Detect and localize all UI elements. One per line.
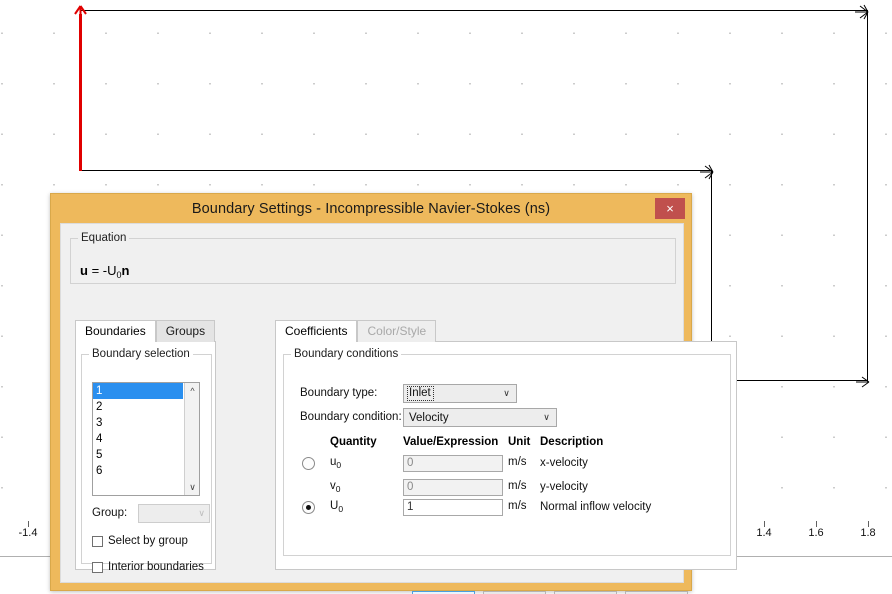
column-header-unit: Unit: [508, 436, 531, 448]
checkbox-icon: [92, 561, 103, 573]
select-by-group-checkbox[interactable]: Select by group: [92, 535, 188, 547]
selected-boundary-arrowhead: [74, 5, 87, 20]
arrowhead-bottom-right: [856, 376, 870, 388]
quantity-U0: U0: [330, 500, 344, 514]
chevron-down-icon: ∨: [198, 508, 205, 518]
group-row: Group: ∨: [92, 504, 210, 523]
boundary-list-scrollbar[interactable]: ^ ∨: [184, 383, 199, 495]
value-input-v0[interactable]: 0: [403, 479, 503, 496]
column-header-quantity: Quantity: [330, 436, 377, 448]
axis-tick-label: 1.6: [808, 527, 824, 539]
dialog-button-row: OK Cancel Apply Help: [61, 586, 688, 594]
list-item[interactable]: 2: [93, 399, 183, 415]
dialog-body: Equation u = -U0n Boundaries Groups Bound…: [60, 223, 737, 594]
select-by-group-label: Select by group: [108, 535, 188, 547]
boundaries-tab-panel: Boundary selection 1 2 3 4 5 6 ^ ∨ Group…: [75, 341, 216, 573]
unit-U0: m/s: [508, 500, 527, 512]
boundary-settings-dialog[interactable]: Boundary Settings - Incompressible Navie…: [50, 193, 737, 594]
boundary-list-items: 1 2 3 4 5 6: [93, 383, 183, 479]
tab-boundaries[interactable]: Boundaries: [75, 320, 156, 342]
column-header-value: Value/Expression: [403, 436, 499, 448]
description-u0: x-velocity: [540, 457, 588, 469]
boundary-selection-legend: Boundary selection: [92, 348, 190, 360]
left-tabstrip[interactable]: Boundaries Groups: [75, 320, 216, 342]
quantity-v0: v0: [330, 480, 341, 494]
arrowhead-top-right: [855, 4, 869, 20]
geometry-line-middle: [80, 170, 712, 171]
group-select[interactable]: ∨: [138, 504, 210, 523]
description-U0: Normal inflow velocity: [540, 501, 652, 513]
boundary-type-value: Inlet: [407, 386, 434, 401]
description-v0: y-velocity: [540, 481, 588, 493]
dialog-titlebar[interactable]: Boundary Settings - Incompressible Navie…: [51, 194, 691, 223]
selected-boundary-highlight: [79, 14, 82, 171]
axis-tick-label: 1.8: [860, 527, 876, 539]
axis-tick-label: 1.4: [756, 527, 772, 539]
boundary-type-select[interactable]: Inlet ∨: [403, 384, 517, 403]
geometry-line-right-outer: [867, 10, 868, 170]
coefficients-tab-panel: Boundary conditions Boundary type: Inlet…: [275, 341, 737, 570]
boundary-conditions-legend: Boundary conditions: [294, 348, 399, 360]
tab-color-style: Color/Style: [357, 320, 437, 342]
boundary-condition-select[interactable]: Velocity ∨: [403, 408, 557, 427]
list-item[interactable]: 1: [93, 383, 183, 399]
chevron-down-icon: ∨: [503, 388, 510, 398]
chevron-down-icon: ∨: [543, 412, 550, 422]
interior-boundaries-checkbox[interactable]: Interior boundaries: [92, 561, 204, 573]
arrowhead-middle-right: [700, 164, 714, 180]
boundary-condition-value: Velocity: [409, 411, 449, 424]
boundary-selection-group: Boundary selection 1 2 3 4 5 6 ^ ∨ Group…: [81, 348, 212, 573]
value-input-U0[interactable]: 1: [403, 499, 503, 516]
column-header-description: Description: [540, 436, 604, 448]
axis-tick-label: -1.4: [18, 527, 38, 539]
boundary-type-label: Boundary type:: [300, 387, 378, 399]
equation-group: Equation u = -U0n: [70, 232, 676, 284]
equation-lhs: u: [80, 263, 88, 278]
boundary-conditions-group: Boundary conditions Boundary type: Inlet…: [283, 348, 731, 556]
equation-legend: Equation: [81, 232, 127, 244]
list-item[interactable]: 4: [93, 431, 183, 447]
list-item[interactable]: 5: [93, 447, 183, 463]
equation-operator: = -U: [87, 263, 117, 278]
close-icon[interactable]: ×: [655, 198, 685, 219]
value-input-u0[interactable]: 0: [403, 455, 503, 472]
application-window: -1.41.21.41.61.8 Boundary Settings - Inc…: [0, 0, 892, 594]
list-item[interactable]: 6: [93, 463, 183, 479]
group-label: Group:: [92, 507, 128, 519]
geometry-line-top: [80, 10, 868, 11]
tab-groups[interactable]: Groups: [155, 320, 216, 342]
equation-formula: u = -U0n: [80, 263, 129, 280]
radio-U0[interactable]: [302, 501, 315, 514]
unit-v0: m/s: [508, 480, 527, 492]
checkbox-icon: [92, 535, 103, 547]
unit-u0: m/s: [508, 456, 527, 468]
geometry-line-right-lower: [867, 170, 868, 381]
interior-boundaries-label: Interior boundaries: [108, 561, 204, 573]
boundary-list[interactable]: 1 2 3 4 5 6 ^ ∨: [92, 382, 200, 496]
radio-u0[interactable]: [302, 457, 315, 470]
chevron-down-icon[interactable]: ∨: [185, 480, 199, 495]
boundary-condition-label: Boundary condition:: [300, 411, 402, 423]
chevron-up-icon[interactable]: ^: [185, 383, 199, 398]
right-tabstrip[interactable]: Coefficients Color/Style: [275, 320, 437, 342]
dialog-title: Boundary Settings - Incompressible Navie…: [191, 200, 551, 217]
quantity-u0: u0: [330, 456, 342, 470]
tab-coefficients[interactable]: Coefficients: [275, 320, 358, 342]
list-item[interactable]: 3: [93, 415, 183, 431]
equation-rhs: n: [121, 263, 130, 278]
